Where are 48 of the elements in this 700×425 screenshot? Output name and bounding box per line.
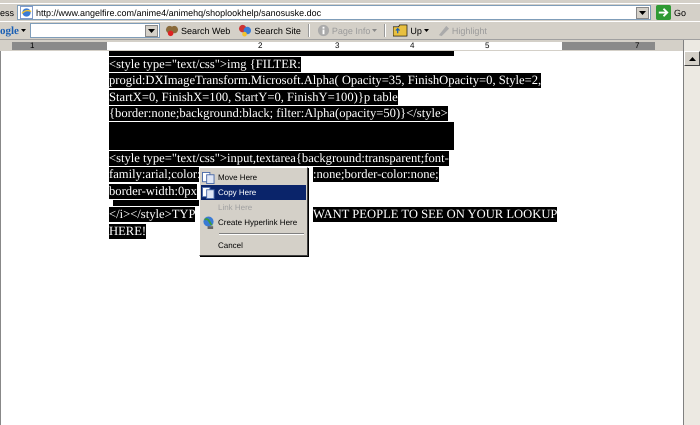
menu-item[interactable]: Copy Here bbox=[201, 185, 306, 200]
google-logo[interactable]: ogle bbox=[0, 24, 19, 36]
url-text: http://www.angelfire.com/anime4/animehq/shoplookhelp/sanosuske.doc bbox=[36, 8, 322, 18]
caret-icon bbox=[688, 56, 696, 60]
selected-text: </i></style>TYP bbox=[109, 207, 196, 222]
ruler-number: 1 bbox=[30, 41, 34, 51]
ruler-number: 5 bbox=[485, 41, 490, 51]
folder-icon bbox=[393, 24, 408, 37]
caret-icon bbox=[638, 10, 646, 14]
caret-icon bbox=[372, 29, 378, 32]
ruler-number: 4 bbox=[410, 41, 414, 51]
caret-icon bbox=[148, 28, 155, 32]
circles-icon bbox=[238, 24, 252, 37]
search-field[interactable] bbox=[30, 23, 160, 38]
menu-item[interactable]: Move Here bbox=[201, 170, 306, 185]
ruler-number: 3 bbox=[335, 41, 340, 51]
selected-text: <style type="text/css">img {FILTER: bbox=[109, 56, 301, 72]
address-field[interactable]: http://www.angelfire.com/anime4/animehq/shoplookhelp/sanosuske.doc bbox=[17, 5, 651, 20]
ruler-number: 2 bbox=[258, 41, 262, 51]
address-label: ess bbox=[0, 8, 14, 18]
menu-item[interactable]: Create Hyperlink Here bbox=[201, 215, 306, 230]
globe-icon bbox=[20, 6, 34, 19]
go-button[interactable]: Go bbox=[654, 4, 700, 21]
globe-icon bbox=[202, 216, 215, 229]
document-icon bbox=[202, 172, 215, 184]
selected-text: :none;border-color:none; bbox=[313, 167, 439, 182]
ruler-number: 7 bbox=[635, 41, 640, 51]
selected-text: HERE! bbox=[109, 224, 146, 239]
menu-item[interactable]: Cancel bbox=[201, 238, 306, 253]
caret-icon bbox=[424, 29, 429, 32]
document-icon bbox=[202, 186, 215, 198]
selected-text: family:arial;color: bbox=[109, 167, 201, 182]
dropdown-button[interactable] bbox=[636, 6, 649, 18]
toolbar-button[interactable]: Search Site bbox=[235, 22, 304, 38]
selected-text: <style type="text/css">input,textarea{background:transparent;font- bbox=[109, 150, 449, 166]
vertical-scrollbar[interactable] bbox=[683, 40, 700, 425]
selected-text: {border:none;background:black; filter:Alpha(opacity=50)}</style> bbox=[109, 106, 448, 122]
selected-text: WANT PEOPLE TO SEE ON YOUR LOOKUP bbox=[313, 207, 558, 222]
selected-text: StartX=0, FinishX=100, StartY=0, FinishY=100)}p table bbox=[109, 90, 398, 105]
scroll-up-button[interactable] bbox=[684, 51, 700, 66]
info-icon bbox=[316, 24, 330, 37]
selected-text: progid:DXImageTransform.Microsoft.Alpha( Opacity=35, FinishOpacity=0, Style=2, bbox=[109, 73, 542, 88]
binoculars-icon bbox=[164, 24, 179, 37]
caret-icon[interactable] bbox=[20, 29, 26, 32]
selected-text: border-width:0px bbox=[109, 184, 197, 199]
toolbar-button[interactable]: Search Web bbox=[162, 22, 234, 38]
marker-icon bbox=[436, 24, 450, 37]
toolbar-button[interactable]: Up bbox=[390, 22, 432, 38]
